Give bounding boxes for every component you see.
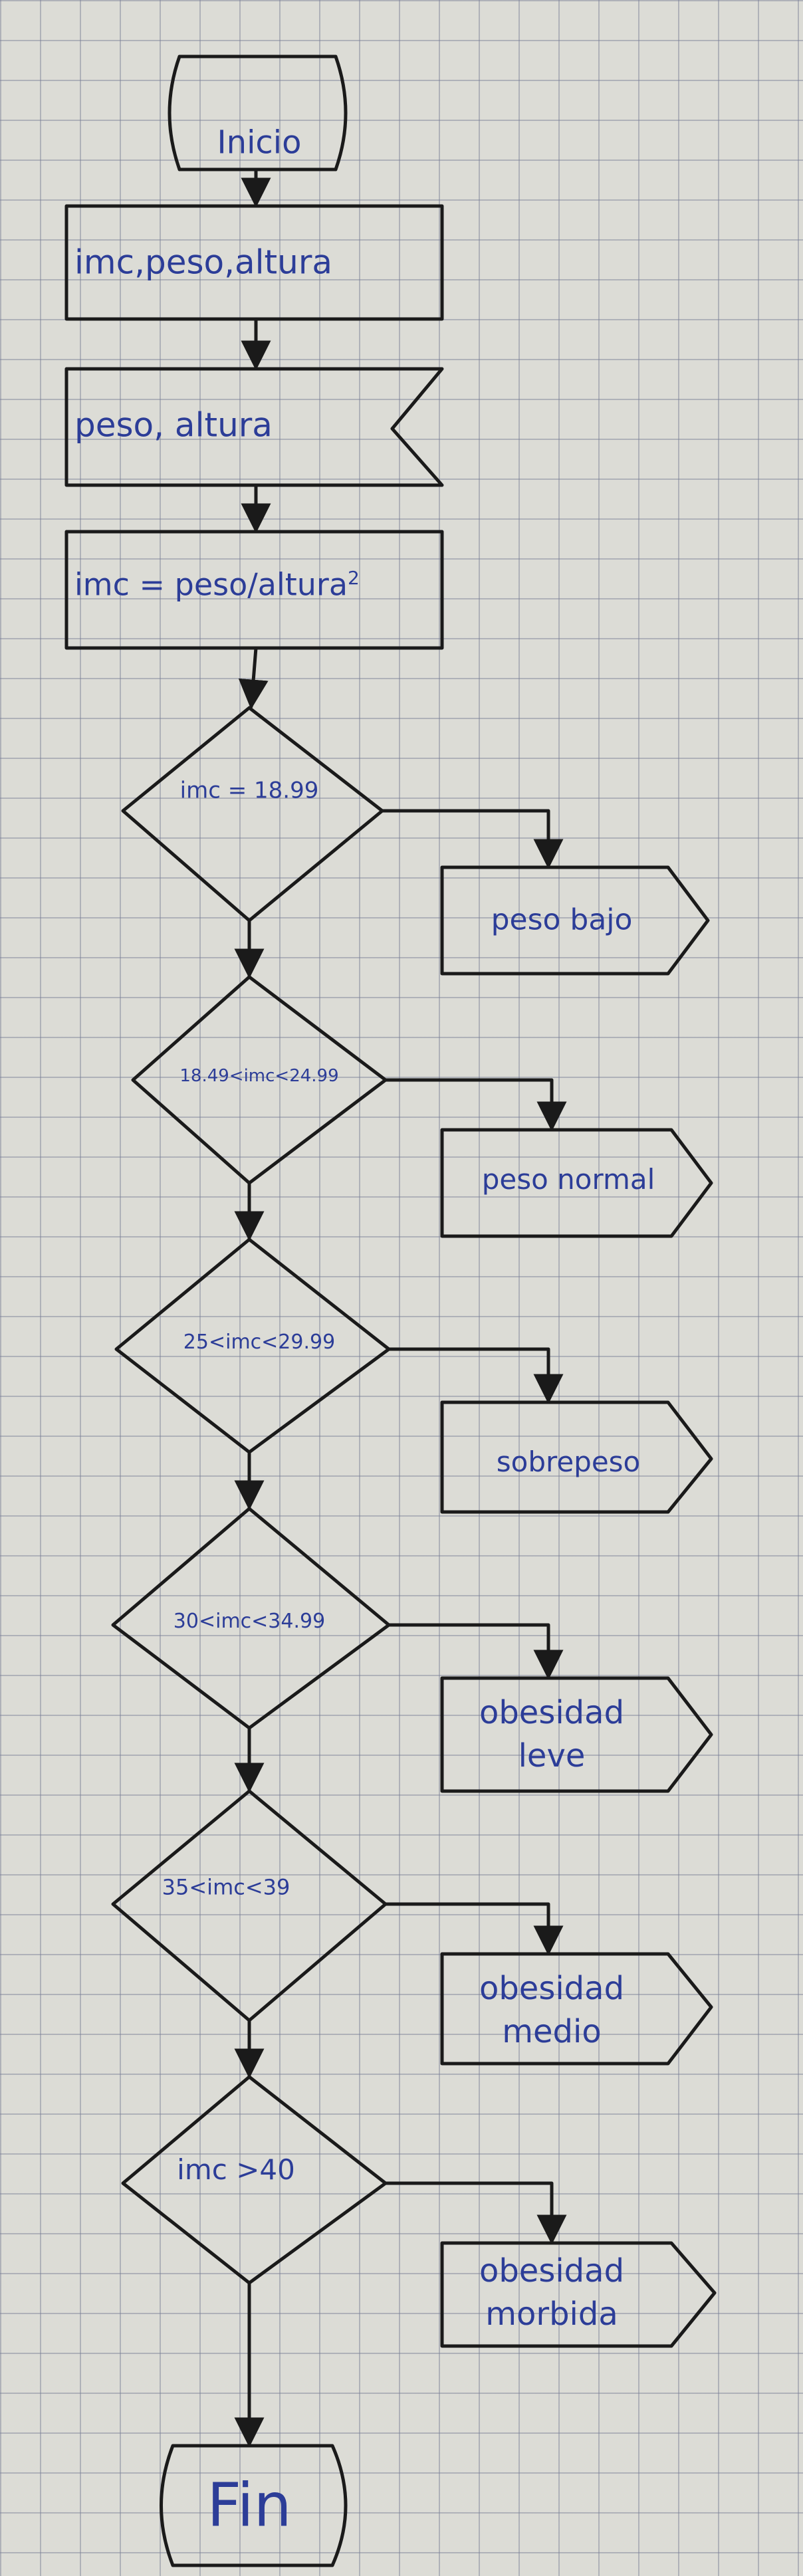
output-4-label: obesidad leve [479,1694,625,1774]
output-5-label: obesidad medio [479,1970,625,2050]
compute-exponent: 2 [348,567,360,590]
decision-1 [121,706,384,922]
decision-5-label: 35<imc<39 [162,1874,290,1900]
connector [238,646,269,710]
output-3-label: sobrepeso [496,1445,641,1478]
branch-connector [380,809,564,869]
end-label: Fin [207,2470,292,2541]
decision-2-label: 18.49<imc<24.99 [179,1066,339,1087]
flowchart-diagram [64,54,717,2567]
input-label: peso, altura [74,405,273,445]
compute-text: imc = peso/altura [74,566,348,603]
decision-3-label: 25<imc<29.99 [183,1330,336,1354]
output-6-label: obesidad morbida [479,2252,625,2333]
branch-connector [384,2181,567,2245]
decision-6-label: imc >40 [177,2153,295,2186]
decision-5 [111,1789,388,2022]
branch-connector [387,1623,564,1680]
start-label: Inicio [217,124,302,161]
branch-connector [384,1902,564,1956]
declare-label: imc,peso,altura [74,243,333,282]
branch-connector [387,1347,564,1404]
decision-1-label: imc = 18.99 [179,777,319,804]
decision-4-label: 30<imc<34.99 [173,1609,326,1633]
output-1-label: peso bajo [491,903,633,937]
compute-label: imc = peso/altura2 [74,566,360,603]
branch-connector [384,1078,567,1132]
output-2-label: peso normal [481,1162,655,1196]
